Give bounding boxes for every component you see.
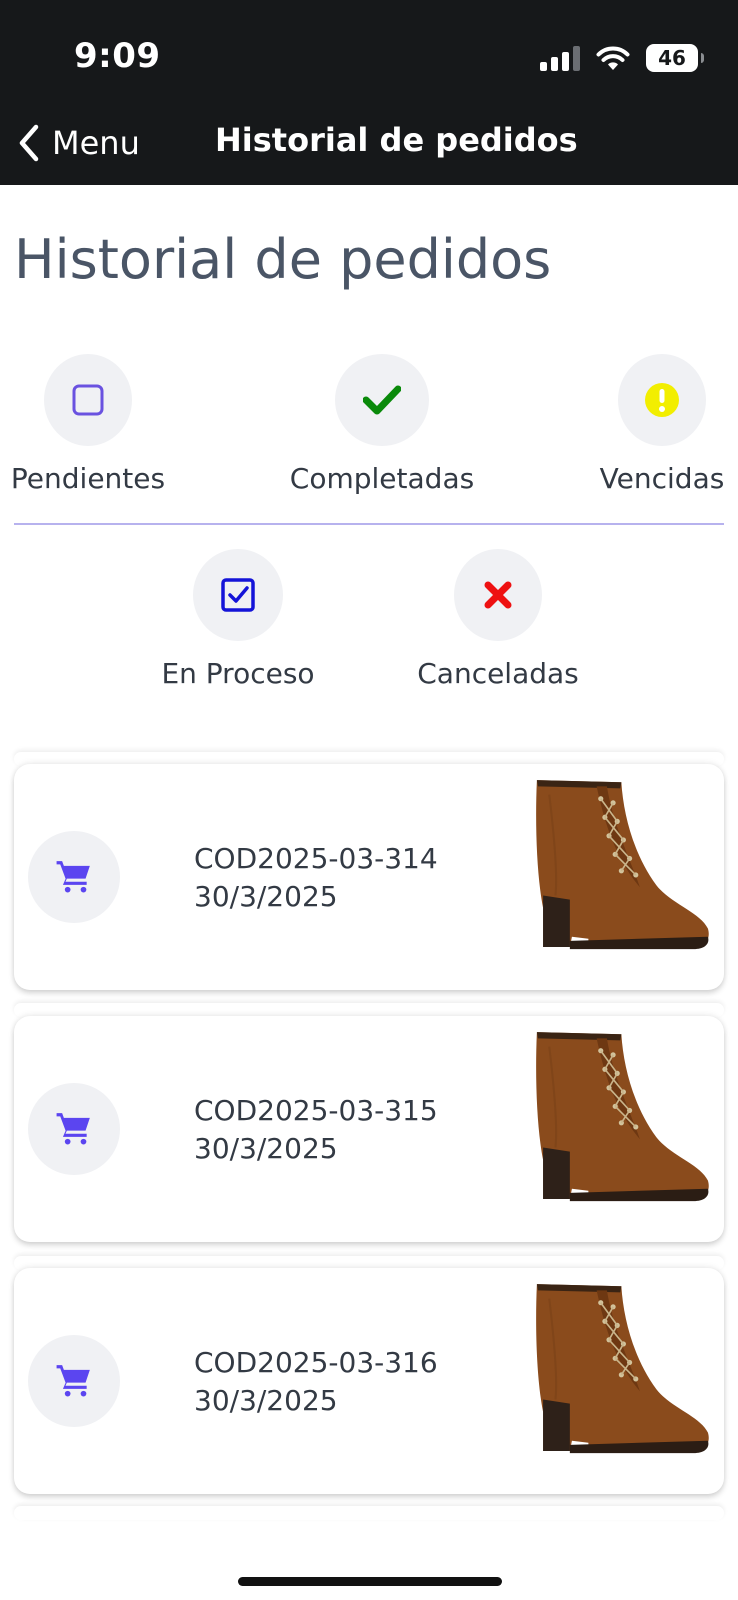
status-time: 9:09 [74,36,161,76]
order-date: 30/3/2025 [194,1384,338,1417]
card-edge [14,1003,724,1017]
cellular-signal-icon [540,45,580,71]
order-icon-circle [28,1083,120,1175]
nav-title: Historial de pedidos [215,121,578,159]
cart-icon [55,1362,93,1400]
checkmark-icon [363,385,401,415]
order-date: 30/3/2025 [194,880,338,913]
back-button[interactable]: Menu [16,118,140,168]
checked-box-icon [221,578,255,612]
order-card[interactable]: COD2025-03-314 30/3/2025 [14,764,724,990]
order-icon-circle [28,831,120,923]
x-icon [484,581,512,609]
home-indicator[interactable] [238,1577,502,1586]
filters-divider [14,523,724,525]
filter-en-proceso-label: En Proceso [161,657,315,690]
card-edge [14,1506,724,1520]
filter-vencidas-icon-circle [618,354,706,446]
chevron-left-icon [19,124,39,162]
product-boot-image [506,1278,712,1484]
filter-pendientes[interactable]: Pendientes [10,354,166,495]
filter-vencidas[interactable]: Vencidas [600,354,724,495]
filter-canceladas[interactable]: Canceladas [417,549,579,690]
filter-en-proceso[interactable]: En Proceso [160,549,316,690]
status-icons: 46 [540,40,704,76]
order-code: COD2025-03-314 [194,842,438,875]
cart-icon [55,858,93,896]
exclamation-icon [645,383,679,417]
order-card[interactable]: COD2025-03-316 30/3/2025 [14,1268,724,1494]
order-code: COD2025-03-315 [194,1094,438,1127]
order-code: COD2025-03-316 [194,1346,438,1379]
filter-completadas-label: Completadas [289,462,475,495]
order-date: 30/3/2025 [194,1132,338,1165]
app-header: 9:09 46 Menu Historial de pedidos [0,0,738,185]
filter-pendientes-icon-circle [44,354,132,446]
product-boot-image [506,1026,712,1232]
filter-canceladas-icon-circle [454,549,542,641]
back-button-label: Menu [52,124,140,162]
filter-vencidas-label: Vencidas [599,462,725,495]
filter-en-proceso-icon-circle [193,549,283,641]
filter-completadas[interactable]: Completadas [289,354,475,495]
filter-canceladas-label: Canceladas [417,657,579,690]
filter-completadas-icon-circle [335,354,429,446]
order-icon-circle [28,1335,120,1427]
filter-pendientes-label: Pendientes [10,462,166,495]
page-title: Historial de pedidos [14,228,552,291]
order-card[interactable]: COD2025-03-315 30/3/2025 [14,1016,724,1242]
square-outline-icon [72,384,104,416]
product-boot-image [506,774,712,980]
wifi-icon [596,46,630,70]
cart-icon [55,1110,93,1148]
battery-icon: 46 [646,44,704,72]
